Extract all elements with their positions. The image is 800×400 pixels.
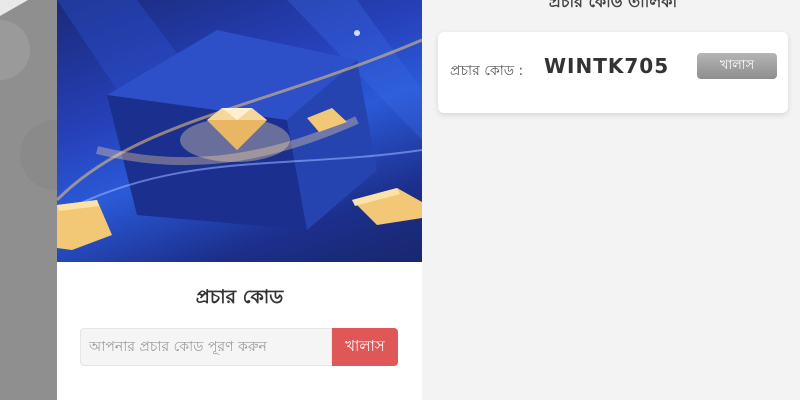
promo-code-card: প্রচার কোড খালাস	[57, 0, 422, 400]
promo-banner	[57, 0, 422, 262]
promo-list-title: প্রচার কোড তালিকা	[548, 0, 678, 11]
promo-code-value: WINTK705	[544, 54, 670, 78]
promo-code-input[interactable]	[80, 328, 332, 366]
dimmed-background-strip	[0, 0, 57, 400]
background-shape	[20, 120, 57, 190]
background-shape	[0, 20, 30, 80]
promo-code-label: প্রচার কোড :	[450, 63, 524, 79]
claim-code-button[interactable]: খালাস	[697, 53, 777, 79]
background-shape	[0, 0, 28, 16]
sparkle	[354, 30, 360, 36]
ticket-icon	[352, 188, 422, 225]
promo-card-title: প্রচার কোড	[195, 286, 284, 308]
promo-banner-illustration	[57, 0, 422, 250]
redeem-button[interactable]: খালাস	[332, 328, 398, 366]
ticket-icon	[57, 200, 112, 250]
promo-list-item: প্রচার কোড : WINTK705 খালাস	[438, 32, 788, 113]
